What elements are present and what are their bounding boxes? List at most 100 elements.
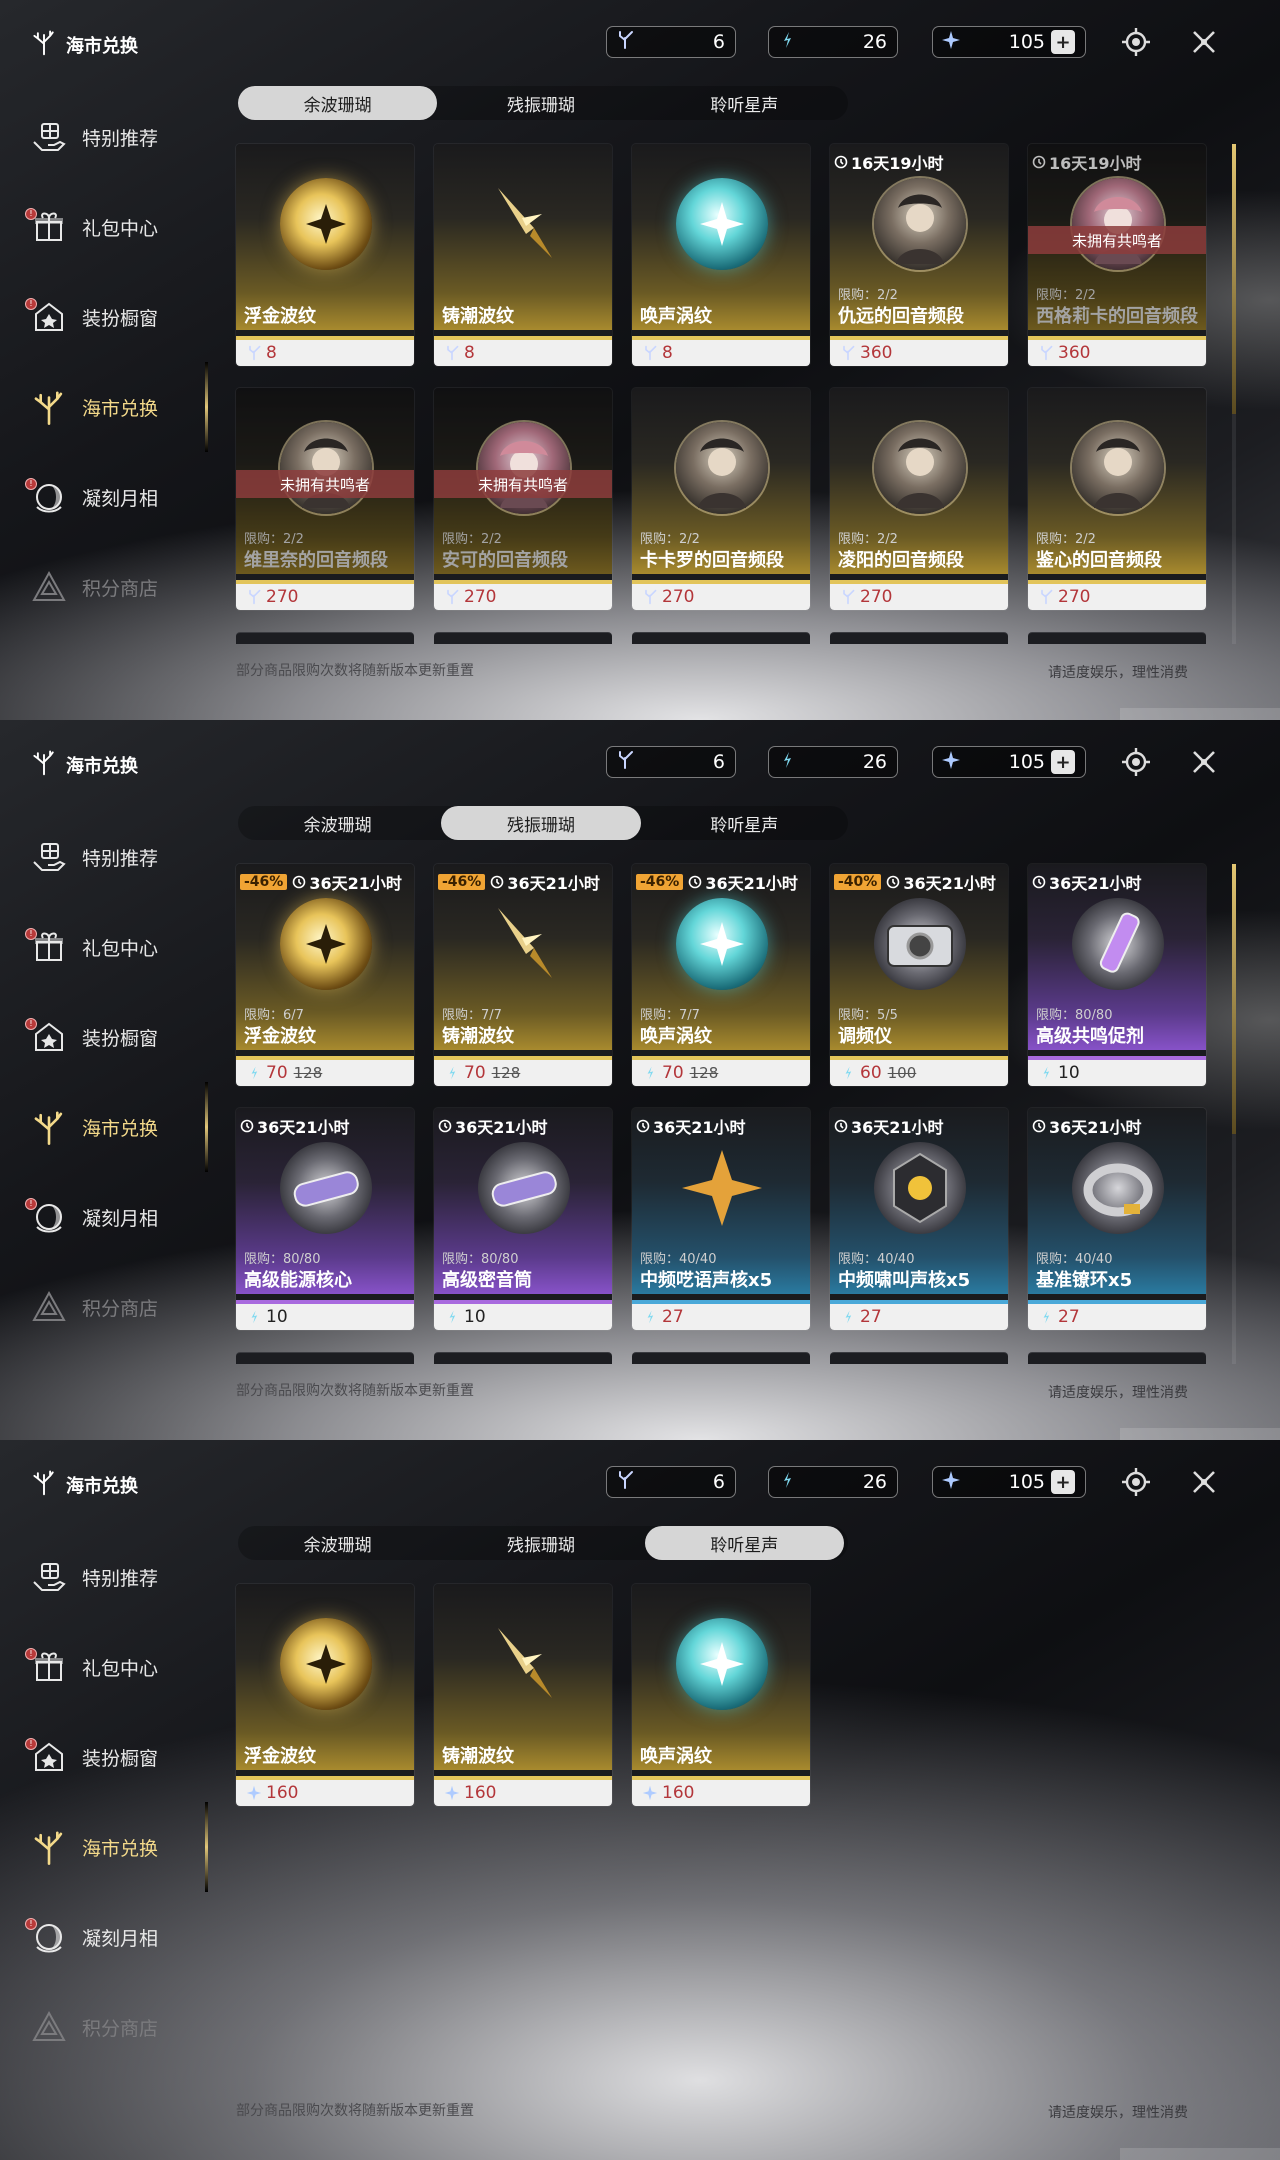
afterglow-coral-icon — [840, 589, 856, 605]
notification-dot: ! — [25, 1918, 37, 1930]
sidebar-item[interactable]: ! 凝刻月相 — [25, 1172, 218, 1262]
oscillated-coral-icon — [777, 30, 797, 55]
scrollbar[interactable] — [1232, 144, 1236, 414]
price-value: 270 — [464, 587, 497, 607]
shop-item-card[interactable]: 铸潮波纹 160 — [434, 1584, 612, 1806]
sidebar-item[interactable]: 积分商店 — [28, 1982, 218, 2072]
shop-item-card[interactable]: 未拥有共鸣者 限购：2/2 安可的回音频段 270 — [434, 388, 612, 610]
item-name: 中频呓语声核x5 — [640, 1270, 773, 1291]
sidebar-item[interactable]: ! 装扮橱窗 — [25, 272, 218, 362]
timer-text: 36天21小时 — [507, 874, 600, 893]
shop-item-card[interactable]: 36天21小时 限购：80/80 高级共鸣促剂 10 — [1028, 864, 1206, 1086]
shop-item-card[interactable]: 36天21小时 限购：80/80 高级能源核心 10 — [236, 1108, 414, 1330]
original-price: 128 — [689, 1064, 719, 1082]
add-currency-button[interactable]: + — [1051, 1470, 1075, 1494]
item-timer: 36天21小时 — [636, 1114, 746, 1138]
sidebar-item[interactable]: ! 装扮橱窗 — [25, 1712, 218, 1802]
shop-item-card[interactable]: 唤声涡纹 8 — [632, 144, 810, 366]
next-row-card — [236, 1352, 414, 1364]
sidebar-item[interactable]: 特别推荐 — [28, 812, 218, 902]
item-name: 维里奈的回音频段 — [244, 550, 388, 571]
shop-item-card[interactable]: 36天21小时 限购：80/80 高级密音筒 10 — [434, 1108, 612, 1330]
sidebar-item-label: 海市兑换 — [82, 1837, 159, 1860]
tab[interactable]: 余波珊瑚 — [238, 806, 437, 840]
shop-item-card[interactable]: 16天19小时 限购：2/2 仇远的回音频段 360 — [830, 144, 1008, 366]
original-price: 128 — [293, 1064, 323, 1082]
settings-icon[interactable] — [1120, 26, 1152, 58]
portrait-art — [874, 422, 966, 514]
tab[interactable]: 聆听星声 — [644, 1526, 844, 1560]
tab[interactable]: 聆听星声 — [645, 806, 844, 840]
sidebar-item[interactable]: ! 装扮橱窗 — [25, 992, 218, 1082]
star-sound-icon — [246, 1785, 262, 1801]
price-value: 270 — [860, 587, 893, 607]
tab[interactable]: 残振珊瑚 — [441, 1526, 640, 1560]
item-name: 铸潮波纹 — [442, 1026, 514, 1047]
sidebar-item[interactable]: ! 凝刻月相 — [25, 452, 218, 542]
oscillated-coral-icon — [777, 750, 797, 775]
tab[interactable]: 残振珊瑚 — [441, 86, 640, 120]
next-row-card — [1028, 1352, 1206, 1364]
item-timer: -40% 36天21小时 — [834, 870, 996, 894]
sidebar-item-label: 礼包中心 — [82, 217, 159, 240]
sidebar-item[interactable]: 特别推荐 — [28, 92, 218, 182]
sidebar-item[interactable]: ! 礼包中心 — [25, 182, 218, 272]
next-row-card — [1028, 632, 1206, 644]
currency-counter[interactable]: 105 + — [932, 1466, 1086, 1498]
currency-counter[interactable]: 105 + — [932, 26, 1086, 58]
shop-item-card[interactable]: 36天21小时 限购：40/40 基准镣环x5 27 — [1028, 1108, 1206, 1330]
item-timer: 36天21小时 — [438, 1114, 548, 1138]
oscillated-coral-icon — [642, 1309, 658, 1325]
shop-item-card[interactable]: 限购：2/2 卡卡罗的回音频段 270 — [632, 388, 810, 610]
shop-item-card[interactable]: 未拥有共鸣者 限购：2/2 维里奈的回音频段 270 — [236, 388, 414, 610]
sidebar-item[interactable]: 积分商店 — [28, 1262, 218, 1352]
sidebar-item[interactable]: ! 凝刻月相 — [25, 1892, 218, 1982]
price-value: 160 — [266, 1783, 299, 1803]
sidebar-item[interactable]: ! 礼包中心 — [25, 902, 218, 992]
close-icon[interactable] — [1188, 746, 1220, 778]
shop-item-card[interactable]: -46% 36天21小时 限购：6/7 浮金波纹 70 128 — [236, 864, 414, 1086]
ring-art — [1072, 1142, 1164, 1234]
shop-item-card[interactable]: -46% 36天21小时 限购：7/7 唤声涡纹 70 128 — [632, 864, 810, 1086]
shop-item-card[interactable]: 浮金波纹 8 — [236, 144, 414, 366]
item-price: 60 100 — [830, 1056, 1008, 1086]
tab[interactable]: 残振珊瑚 — [441, 806, 641, 840]
sidebar-item[interactable]: 海市兑换 — [28, 1082, 218, 1172]
shop-item-card[interactable]: 限购：2/2 鉴心的回音频段 270 — [1028, 388, 1206, 610]
sidebar-item[interactable]: 积分商店 — [28, 542, 218, 632]
price-value: 160 — [662, 1783, 695, 1803]
shop-item-card[interactable]: 唤声涡纹 160 — [632, 1584, 810, 1806]
shop-item-card[interactable]: -40% 36天21小时 限购：5/5 调频仪 60 100 — [830, 864, 1008, 1086]
item-name: 唤声涡纹 — [640, 306, 712, 327]
item-name: 高级密音筒 — [442, 1270, 532, 1291]
sidebar-item[interactable]: 海市兑换 — [28, 1802, 218, 1892]
shop-item-card[interactable]: -46% 36天21小时 限购：7/7 铸潮波纹 70 128 — [434, 864, 612, 1086]
shop-item-card[interactable]: 限购：2/2 凌阳的回音频段 270 — [830, 388, 1008, 610]
shop-item-card[interactable]: 未拥有共鸣者 16天19小时 限购：2/2 西格莉卡的回音频段 360 — [1028, 144, 1206, 366]
item-timer: 16天19小时 — [1032, 150, 1142, 174]
item-timer: 36天21小时 — [1032, 870, 1142, 894]
tab[interactable]: 余波珊瑚 — [238, 1526, 437, 1560]
clock-icon — [292, 875, 306, 889]
add-currency-button[interactable]: + — [1051, 30, 1075, 54]
shop-item-card[interactable]: 铸潮波纹 8 — [434, 144, 612, 366]
item-name: 浮金波纹 — [244, 306, 316, 327]
sidebar-item[interactable]: 海市兑换 — [28, 362, 218, 452]
close-icon[interactable] — [1188, 1466, 1220, 1498]
settings-icon[interactable] — [1120, 1466, 1152, 1498]
tab[interactable]: 余波珊瑚 — [238, 86, 438, 120]
add-currency-button[interactable]: + — [1051, 750, 1075, 774]
sidebar-item[interactable]: ! 礼包中心 — [25, 1622, 218, 1712]
scrollbar[interactable] — [1232, 864, 1236, 1134]
currency-value: 105 — [1008, 31, 1045, 53]
item-price: 270 — [632, 580, 810, 610]
sidebar-item[interactable]: 特别推荐 — [28, 1532, 218, 1622]
settings-icon[interactable] — [1120, 746, 1152, 778]
tab[interactable]: 聆听星声 — [645, 86, 844, 120]
shop-item-card[interactable]: 36天21小时 限购：40/40 中频呓语声核x5 27 — [632, 1108, 810, 1330]
item-price: 8 — [434, 336, 612, 366]
shop-item-card[interactable]: 36天21小时 限购：40/40 中频啸叫声核x5 27 — [830, 1108, 1008, 1330]
shop-item-card[interactable]: 浮金波纹 160 — [236, 1584, 414, 1806]
close-icon[interactable] — [1188, 26, 1220, 58]
currency-counter[interactable]: 105 + — [932, 746, 1086, 778]
